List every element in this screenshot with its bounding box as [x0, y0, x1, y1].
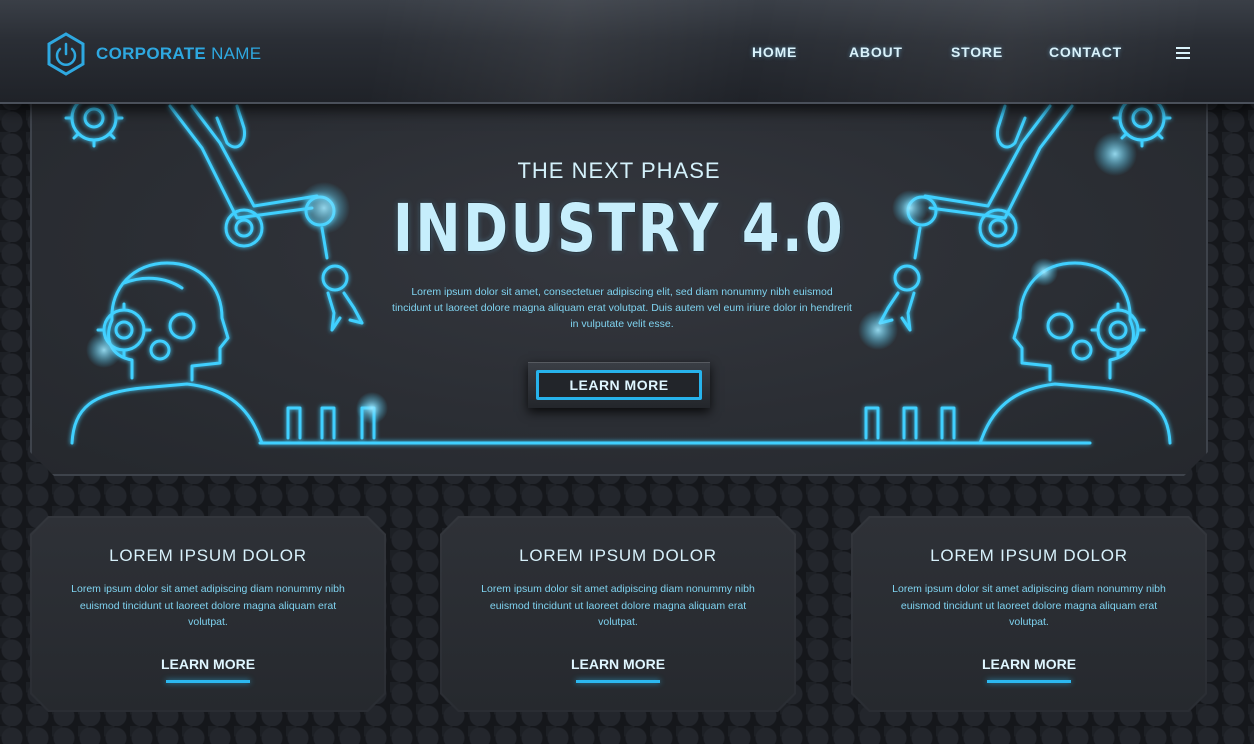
hero-banner: THE NEXT PHASE INDUSTRY 4.0 Lorem ipsum …	[30, 96, 1208, 476]
nav-store[interactable]: STORE	[951, 44, 1003, 60]
card-title: LOREM IPSUM DOLOR	[519, 546, 717, 565]
learn-more-button[interactable]: LEARN MORE	[528, 362, 710, 408]
card-link-underline	[166, 680, 250, 683]
card-link-underline	[576, 680, 660, 683]
card-body: Lorem ipsum dolor sit amet adipiscing di…	[481, 583, 755, 628]
card-title: LOREM IPSUM DOLOR	[109, 546, 307, 565]
gear-icon	[66, 98, 122, 146]
card-title: LOREM IPSUM DOLOR	[930, 546, 1128, 565]
feature-card: LOREM IPSUM DOLOR Lorem ipsum dolor sit …	[30, 516, 386, 712]
hero-body-text: Lorem ipsum dolor sit amet, consectetuer…	[392, 286, 852, 330]
learn-more-button-label: LEARN MORE	[536, 370, 702, 400]
hamburger-menu-icon[interactable]	[1176, 47, 1190, 61]
feature-card: LOREM IPSUM DOLOR Lorem ipsum dolor sit …	[440, 516, 796, 712]
hero-subtitle: THE NEXT PHASE	[517, 158, 721, 183]
main-nav: HOME ABOUT STORE CONTACT	[0, 44, 1254, 64]
card-learn-more-link[interactable]: LEARN MORE	[30, 656, 386, 672]
card-body: Lorem ipsum dolor sit amet adipiscing di…	[892, 583, 1166, 628]
card-body: Lorem ipsum dolor sit amet adipiscing di…	[71, 583, 345, 628]
card-learn-more-link[interactable]: LEARN MORE	[851, 656, 1207, 672]
feature-card: LOREM IPSUM DOLOR Lorem ipsum dolor sit …	[851, 516, 1207, 712]
hero-title: INDUSTRY 4.0	[392, 190, 846, 267]
site-header: CORPORATE NAME HOME ABOUT STORE CONTACT	[0, 0, 1254, 104]
nav-home[interactable]: HOME	[752, 44, 797, 60]
card-link-underline	[987, 680, 1071, 683]
nav-contact[interactable]: CONTACT	[1049, 44, 1122, 60]
card-learn-more-link[interactable]: LEARN MORE	[440, 656, 796, 672]
nav-about[interactable]: ABOUT	[849, 44, 903, 60]
